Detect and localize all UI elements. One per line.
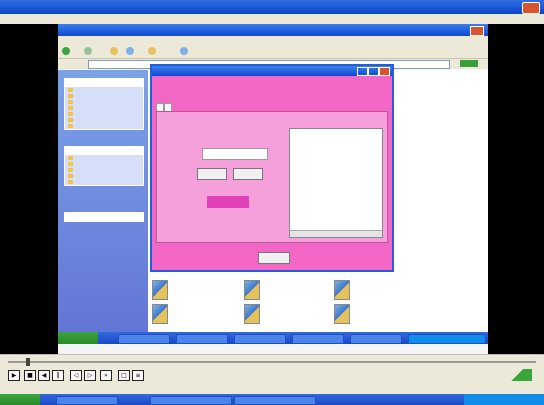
file-item[interactable] bbox=[244, 304, 304, 324]
player-menu-bar bbox=[0, 14, 544, 24]
inner-start-button[interactable] bbox=[58, 332, 98, 344]
system-tray bbox=[464, 394, 544, 405]
seek-handle[interactable] bbox=[26, 358, 30, 366]
minimize-icon[interactable] bbox=[357, 67, 368, 76]
frame-forward-icon[interactable]: ▷ bbox=[84, 370, 96, 381]
search-icon[interactable] bbox=[126, 47, 134, 55]
play-icon[interactable]: ▶ bbox=[8, 370, 20, 381]
inner-taskbar-item[interactable] bbox=[234, 334, 286, 344]
file-item[interactable] bbox=[152, 280, 212, 300]
status-label bbox=[207, 196, 249, 208]
file-icon bbox=[244, 280, 260, 300]
inner-taskbar-item[interactable] bbox=[118, 334, 170, 344]
inner-system-tray bbox=[408, 334, 486, 344]
explorer-toolbar bbox=[58, 44, 488, 59]
explorer-title-bar bbox=[58, 24, 488, 36]
seek-bar[interactable] bbox=[8, 358, 536, 366]
task-panel bbox=[64, 212, 144, 222]
inner-taskbar-item[interactable] bbox=[176, 334, 228, 344]
app-dialog bbox=[150, 64, 394, 272]
volume-slider[interactable] bbox=[502, 369, 532, 381]
file-item[interactable] bbox=[152, 304, 212, 324]
file-icon bbox=[152, 280, 168, 300]
file-icon bbox=[334, 304, 350, 324]
forward-icon[interactable] bbox=[84, 47, 92, 55]
file-item[interactable] bbox=[334, 280, 394, 300]
explorer-close-icon[interactable] bbox=[470, 26, 484, 36]
taskbar-item[interactable] bbox=[234, 396, 316, 405]
action-button-2[interactable] bbox=[233, 168, 263, 180]
pause-icon[interactable]: ‖ bbox=[52, 370, 64, 381]
taskbar-item[interactable] bbox=[56, 396, 118, 405]
start-button[interactable] bbox=[0, 394, 40, 405]
maximize-icon[interactable] bbox=[368, 67, 379, 76]
taskbar-item[interactable] bbox=[150, 396, 232, 405]
panel-header[interactable] bbox=[65, 79, 143, 87]
dialog-title-bar bbox=[152, 66, 392, 76]
views-icon[interactable] bbox=[180, 47, 188, 55]
file-icon bbox=[152, 304, 168, 324]
result-listbox[interactable] bbox=[289, 128, 383, 238]
settings-icon[interactable]: ≡ bbox=[132, 370, 144, 381]
stop-icon[interactable]: ■ bbox=[24, 370, 36, 381]
panel-header[interactable] bbox=[65, 147, 143, 155]
folders-icon[interactable] bbox=[148, 47, 156, 55]
file-item[interactable] bbox=[244, 280, 304, 300]
playback-controls: ▶ ■ ◀ ‖ ◁ ▷ » □ ≡ bbox=[0, 354, 544, 395]
text-input[interactable] bbox=[202, 148, 268, 160]
up-folder-icon[interactable] bbox=[110, 47, 118, 55]
dialog-close-icon[interactable] bbox=[379, 67, 390, 76]
skip-forward-icon[interactable]: » bbox=[100, 370, 112, 381]
file-icon bbox=[244, 304, 260, 324]
task-panel bbox=[64, 146, 144, 186]
go-button[interactable] bbox=[460, 60, 478, 67]
panel-item[interactable] bbox=[65, 123, 143, 129]
dialog-tabs bbox=[156, 103, 172, 112]
file-icon bbox=[334, 280, 350, 300]
inner-taskbar-item[interactable] bbox=[292, 334, 344, 344]
frame-back-icon[interactable]: ◁ bbox=[70, 370, 82, 381]
inner-taskbar-item[interactable] bbox=[350, 334, 402, 344]
action-button-1[interactable] bbox=[197, 168, 227, 180]
task-pane bbox=[58, 70, 148, 332]
fullscreen-icon[interactable]: □ bbox=[118, 370, 130, 381]
file-item[interactable] bbox=[334, 304, 394, 324]
panel-header[interactable] bbox=[65, 213, 143, 221]
inner-taskbar bbox=[58, 332, 488, 344]
task-panel bbox=[64, 78, 144, 130]
exit-button[interactable] bbox=[258, 252, 290, 264]
system-taskbar bbox=[0, 394, 544, 405]
rewind-icon[interactable]: ◀ bbox=[38, 370, 50, 381]
back-icon[interactable] bbox=[62, 47, 70, 55]
horizontal-scrollbar[interactable] bbox=[290, 230, 382, 237]
media-player-window: ▶ ■ ◀ ‖ ◁ ▷ » □ ≡ bbox=[0, 0, 544, 405]
tab-content bbox=[156, 111, 388, 243]
close-button[interactable] bbox=[522, 2, 540, 14]
player-title-bar bbox=[0, 0, 544, 14]
panel-item[interactable] bbox=[65, 179, 143, 185]
explorer-menu-bar bbox=[58, 36, 488, 44]
